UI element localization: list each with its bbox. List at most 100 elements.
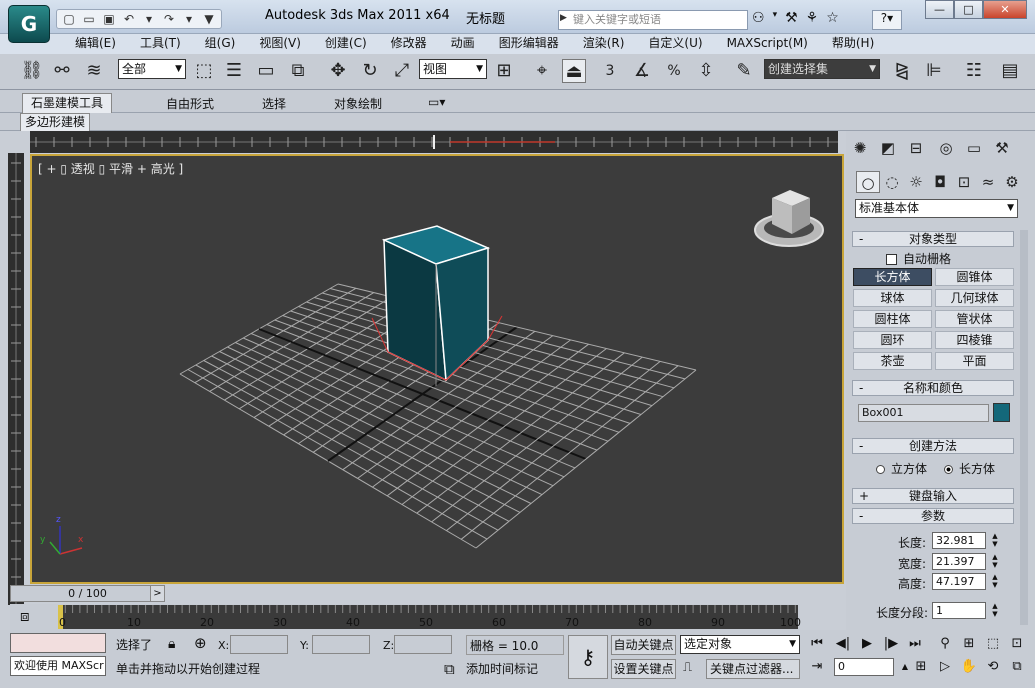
maxscript-listener-input[interactable]	[10, 633, 106, 653]
menu-edit[interactable]: 编辑(E)	[63, 34, 128, 54]
geometry-icon[interactable]: ○	[856, 171, 880, 193]
set-key-icon[interactable]: ⚷	[568, 635, 608, 679]
help-button[interactable]: ?▾	[872, 10, 902, 30]
bind-space-warp-icon[interactable]: ≋	[82, 59, 106, 83]
key-target-dropdown[interactable]: 选定对象	[680, 635, 800, 654]
select-manipulate-icon[interactable]: ⌖	[530, 59, 554, 83]
pan-icon[interactable]: ✋	[960, 658, 978, 676]
named-selection-sets-dropdown[interactable]: 创建选择集	[764, 59, 880, 79]
qat-customize-icon[interactable]: ▼	[201, 11, 217, 27]
application-menu-button[interactable]: G	[8, 5, 50, 43]
cube-radio[interactable]: 立方体	[876, 460, 927, 477]
box-radio[interactable]: 长方体	[944, 460, 995, 477]
favorites-star-icon[interactable]: ☆	[826, 10, 839, 26]
absolute-mode-icon[interactable]: ⊕	[194, 634, 207, 652]
command-panel-scrollbar[interactable]	[1020, 230, 1028, 625]
menu-modifiers[interactable]: 修改器	[379, 34, 439, 54]
space-warps-icon[interactable]: ≈	[976, 171, 1000, 193]
time-tag-icon[interactable]: ⧉	[444, 660, 455, 678]
primitive-category-dropdown[interactable]: 标准基本体	[855, 199, 1018, 218]
x-coordinate-field[interactable]	[230, 635, 288, 654]
undo-dropdown-icon[interactable]: ▾	[141, 11, 157, 27]
maximize-button[interactable]: □	[954, 0, 983, 19]
field-of-view-icon[interactable]: ▷	[936, 658, 954, 676]
torus-button[interactable]: 圆环	[853, 331, 932, 349]
modify-tab-icon[interactable]: ◩	[876, 137, 900, 159]
helpers-icon[interactable]: ⊡	[952, 171, 976, 193]
go-to-end-icon[interactable]: ⏭	[906, 635, 924, 653]
tube-button[interactable]: 管状体	[935, 310, 1014, 328]
object-name-field[interactable]: Box001	[858, 404, 989, 422]
menu-graph-editors[interactable]: 图形编辑器	[487, 34, 571, 54]
rollout-object-type[interactable]: - 对象类型	[852, 231, 1014, 247]
move-icon[interactable]: ✥	[326, 59, 350, 83]
cylinder-button[interactable]: 圆柱体	[853, 310, 932, 328]
search-expand-icon[interactable]: ▶	[560, 13, 567, 23]
select-object-icon[interactable]: ⬚	[192, 59, 216, 83]
default-tangent-icon[interactable]: ⎍	[683, 660, 692, 675]
save-icon[interactable]: ▣	[101, 11, 117, 27]
menu-create[interactable]: 创建(C)	[313, 34, 379, 54]
play-icon[interactable]: ▶	[858, 635, 876, 653]
next-frame-icon[interactable]: |▶	[882, 635, 900, 653]
mini-curve-editor-icon[interactable]: ⧈	[20, 607, 30, 625]
wrench-key-icon[interactable]: ⚒	[785, 10, 798, 26]
maximize-viewport-icon[interactable]: ⧉	[1008, 658, 1026, 676]
layer-manager-icon[interactable]: ☷	[962, 59, 986, 83]
set-key-button[interactable]: 设置关键点	[611, 659, 676, 679]
menu-views[interactable]: 视图(V)	[247, 34, 313, 54]
length-segs-field[interactable]: 1	[932, 602, 986, 619]
width-field[interactable]: 21.397	[932, 553, 986, 570]
align-icon[interactable]: ⊫	[922, 59, 946, 83]
current-frame-field[interactable]: 0	[834, 658, 894, 676]
cube-radio-dot[interactable]	[876, 465, 885, 474]
selection-filter-dropdown[interactable]: 全部	[118, 59, 186, 79]
shapes-icon[interactable]: ◌	[880, 171, 904, 193]
close-button[interactable]: ✕	[983, 0, 1027, 19]
auto-key-button[interactable]: 自动关键点	[611, 635, 676, 655]
tab-freeform[interactable]: 自由形式	[166, 95, 214, 112]
perspective-viewport[interactable]: [ + ▯ 透视 ▯ 平滑 + 高光 ] x y z	[30, 154, 844, 584]
new-file-icon[interactable]: ▢	[61, 11, 77, 27]
menu-rendering[interactable]: 渲染(R)	[571, 34, 637, 54]
viewcube-icon[interactable]	[754, 190, 824, 247]
sphere-button[interactable]: 球体	[853, 289, 932, 307]
cameras-icon[interactable]: ◘	[928, 171, 952, 193]
subscription-icon[interactable]: ⚘	[806, 10, 819, 26]
go-to-start-icon[interactable]: ⏮	[808, 635, 826, 653]
redo-icon[interactable]: ↷	[161, 11, 177, 27]
orbit-icon[interactable]: ⟲	[984, 658, 1002, 676]
add-time-tag[interactable]: 添加时间标记	[466, 659, 564, 679]
select-by-name-icon[interactable]: ☰	[222, 59, 246, 83]
rollout-keyboard-entry[interactable]: + 键盘输入	[852, 488, 1014, 504]
minimize-button[interactable]: —	[925, 0, 954, 19]
angle-snap-icon[interactable]: ∡	[630, 59, 654, 83]
binoculars-icon[interactable]: ⚇	[752, 10, 765, 26]
mirror-icon[interactable]: ⧎	[890, 59, 914, 83]
zoom-all-icon[interactable]: ⊞	[960, 635, 978, 653]
teapot-button[interactable]: 茶壶	[853, 352, 932, 370]
height-field[interactable]: 47.197	[932, 573, 986, 590]
maxscript-listener-output[interactable]: 欢迎使用 MAXScr	[10, 656, 106, 676]
edit-named-selection-icon[interactable]: ✎	[732, 59, 756, 83]
rollout-parameters[interactable]: - 参数	[852, 508, 1014, 524]
utilities-tab-icon[interactable]: ⚒	[990, 137, 1014, 159]
tab-graphite-modeling[interactable]: 石墨建模工具	[22, 93, 113, 113]
keyboard-shortcut-override-icon[interactable]: ⏏	[562, 59, 586, 83]
time-slider-next-button[interactable]: >	[150, 585, 165, 602]
menu-help[interactable]: 帮助(H)	[820, 34, 886, 54]
window-crossing-icon[interactable]: ⧉	[286, 59, 310, 83]
zoom-extents-all-icon[interactable]: ⊡	[1008, 635, 1026, 653]
tab-object-paint[interactable]: 对象绘制	[334, 95, 382, 112]
pivot-center-icon[interactable]: ⊞	[492, 59, 516, 83]
height-spinner[interactable]: ▲ ▼	[990, 573, 1000, 589]
pyramid-button[interactable]: 四棱锥	[935, 331, 1014, 349]
length-field[interactable]: 32.981	[932, 532, 986, 549]
rollout-creation-method[interactable]: - 创建方法	[852, 438, 1014, 454]
autogrid-check-box[interactable]	[886, 254, 897, 265]
time-slider[interactable]: 0 / 100	[10, 585, 165, 602]
object-color-swatch[interactable]	[993, 403, 1010, 422]
box-button[interactable]: 长方体	[853, 268, 932, 286]
lights-icon[interactable]: ☼	[904, 171, 928, 193]
autogrid-checkbox[interactable]: 自动栅格	[886, 250, 951, 267]
